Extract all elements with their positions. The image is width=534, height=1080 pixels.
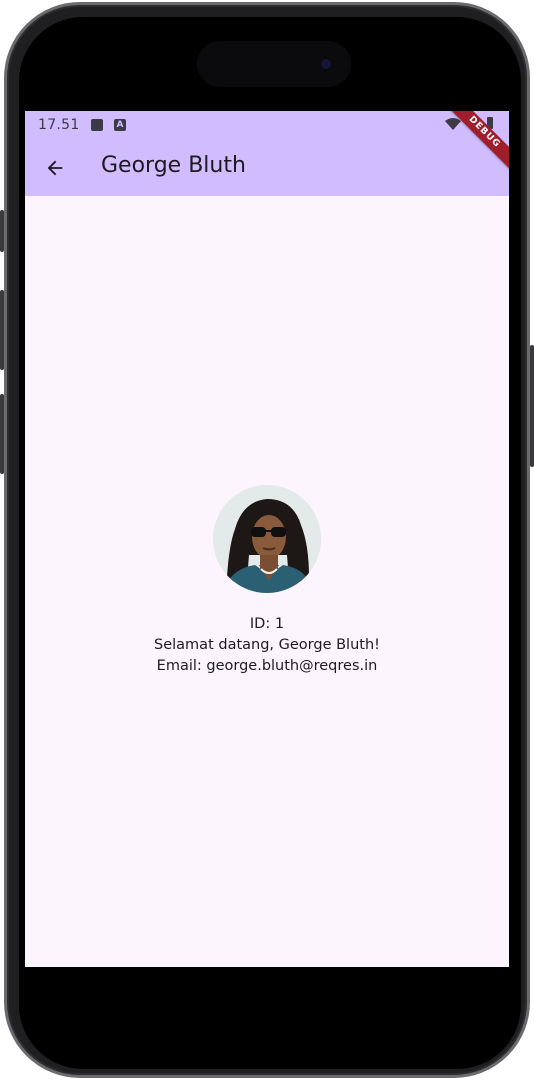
page-title: George Bluth [101, 153, 246, 178]
status-bar: 17.51 A [25, 111, 509, 139]
user-id-text: ID: 1 [249, 616, 285, 632]
action-button [0, 210, 4, 252]
app-bar: George Bluth [25, 139, 509, 196]
power-button [530, 345, 534, 467]
back-button[interactable] [35, 148, 75, 188]
wifi-icon [445, 118, 461, 130]
user-detail-content: ID: 1 Selamat datang, George Bluth! Emai… [25, 196, 509, 967]
status-time: 17.51 [38, 117, 80, 133]
welcome-text: Selamat datang, George Bluth! [154, 637, 380, 653]
avatar-photo [213, 485, 321, 593]
image-icon [91, 119, 103, 131]
dynamic-island [197, 41, 351, 87]
a-icon: A [114, 119, 126, 131]
volume-down-button [0, 394, 4, 474]
volume-up-button [0, 290, 4, 370]
user-email-text: Email: george.bluth@reqres.in [156, 658, 378, 674]
user-info: ID: 1 Selamat datang, George Bluth! Emai… [25, 614, 509, 677]
arrow-left-icon [47, 160, 63, 176]
camera-icon [321, 59, 331, 69]
app-screen: 17.51 A George Bluth DEBUG ID: 1 Selamat… [25, 111, 509, 967]
avatar [213, 485, 321, 593]
